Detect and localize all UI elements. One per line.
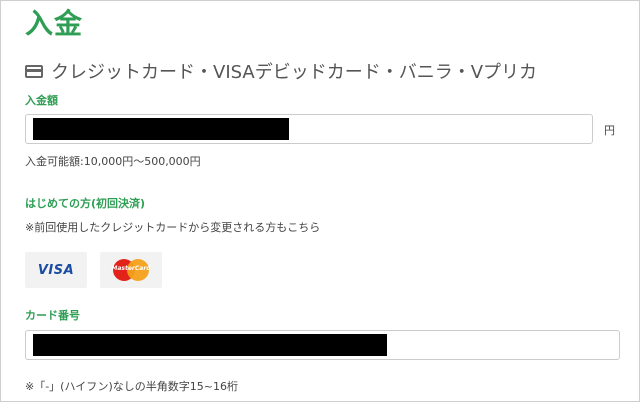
- card-number-note: ※「-」(ハイフン)なしの半角数字15~16桁: [25, 380, 238, 393]
- deposit-panel: 入金 クレジットカード・VISAデビッドカード・バニラ・Vプリカ 入金額 円 入…: [0, 0, 640, 402]
- deposit-amount-label: 入金額: [25, 94, 58, 107]
- first-time-label: はじめての方(初回決済): [25, 197, 146, 210]
- page-title: 入金: [25, 7, 84, 40]
- visa-logo-text: VISA: [37, 262, 75, 278]
- deposit-range-note: 入金可能額:10,000円〜500,000円: [25, 155, 201, 168]
- yen-unit: 円: [604, 124, 615, 137]
- first-time-note: ※前回使用したクレジットカードから変更される方もこちら: [25, 221, 321, 234]
- redacted-amount: [33, 118, 289, 140]
- mastercard-logo: MasterCard: [100, 252, 162, 288]
- mastercard-logo-text: MasterCard: [111, 265, 151, 272]
- visa-logo: VISA: [25, 252, 87, 288]
- redacted-card-number: [33, 334, 387, 356]
- credit-card-icon: [25, 64, 43, 78]
- card-number-input[interactable]: [25, 330, 620, 360]
- deposit-amount-input[interactable]: [25, 114, 593, 144]
- payment-method-heading: クレジットカード・VISAデビッドカード・バニラ・Vプリカ: [25, 58, 537, 84]
- card-number-label: カード番号: [25, 309, 80, 322]
- mastercard-icon: MasterCard: [111, 259, 151, 281]
- payment-method-label: クレジットカード・VISAデビッドカード・バニラ・Vプリカ: [51, 62, 538, 83]
